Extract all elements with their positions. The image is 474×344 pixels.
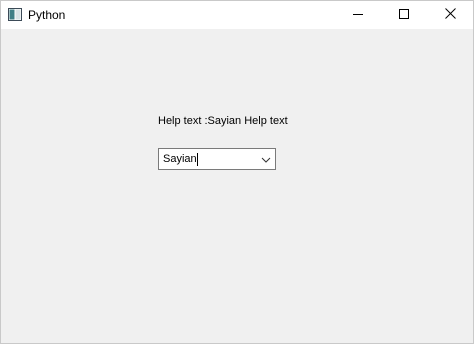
title-bar[interactable]: Python <box>1 1 473 29</box>
editable-combo-box[interactable]: Sayian <box>158 148 276 170</box>
close-icon <box>444 6 456 24</box>
maximize-button[interactable] <box>381 1 427 29</box>
chevron-down-icon[interactable] <box>260 153 272 165</box>
window-title: Python <box>28 8 66 22</box>
app-window: Python Help text :Sayian Help text Sayia… <box>0 0 474 344</box>
minimize-button[interactable] <box>335 1 381 29</box>
minimize-icon <box>353 6 363 24</box>
python-window-icon <box>8 8 22 21</box>
combo-value: Sayian <box>163 153 197 165</box>
text-cursor <box>196 153 198 166</box>
client-area: Help text :Sayian Help text Sayian <box>1 29 473 343</box>
close-button[interactable] <box>427 1 473 29</box>
help-text-label: Help text :Sayian Help text <box>158 115 288 127</box>
maximize-icon <box>399 6 409 24</box>
combo-input-text[interactable]: Sayian <box>163 153 198 166</box>
